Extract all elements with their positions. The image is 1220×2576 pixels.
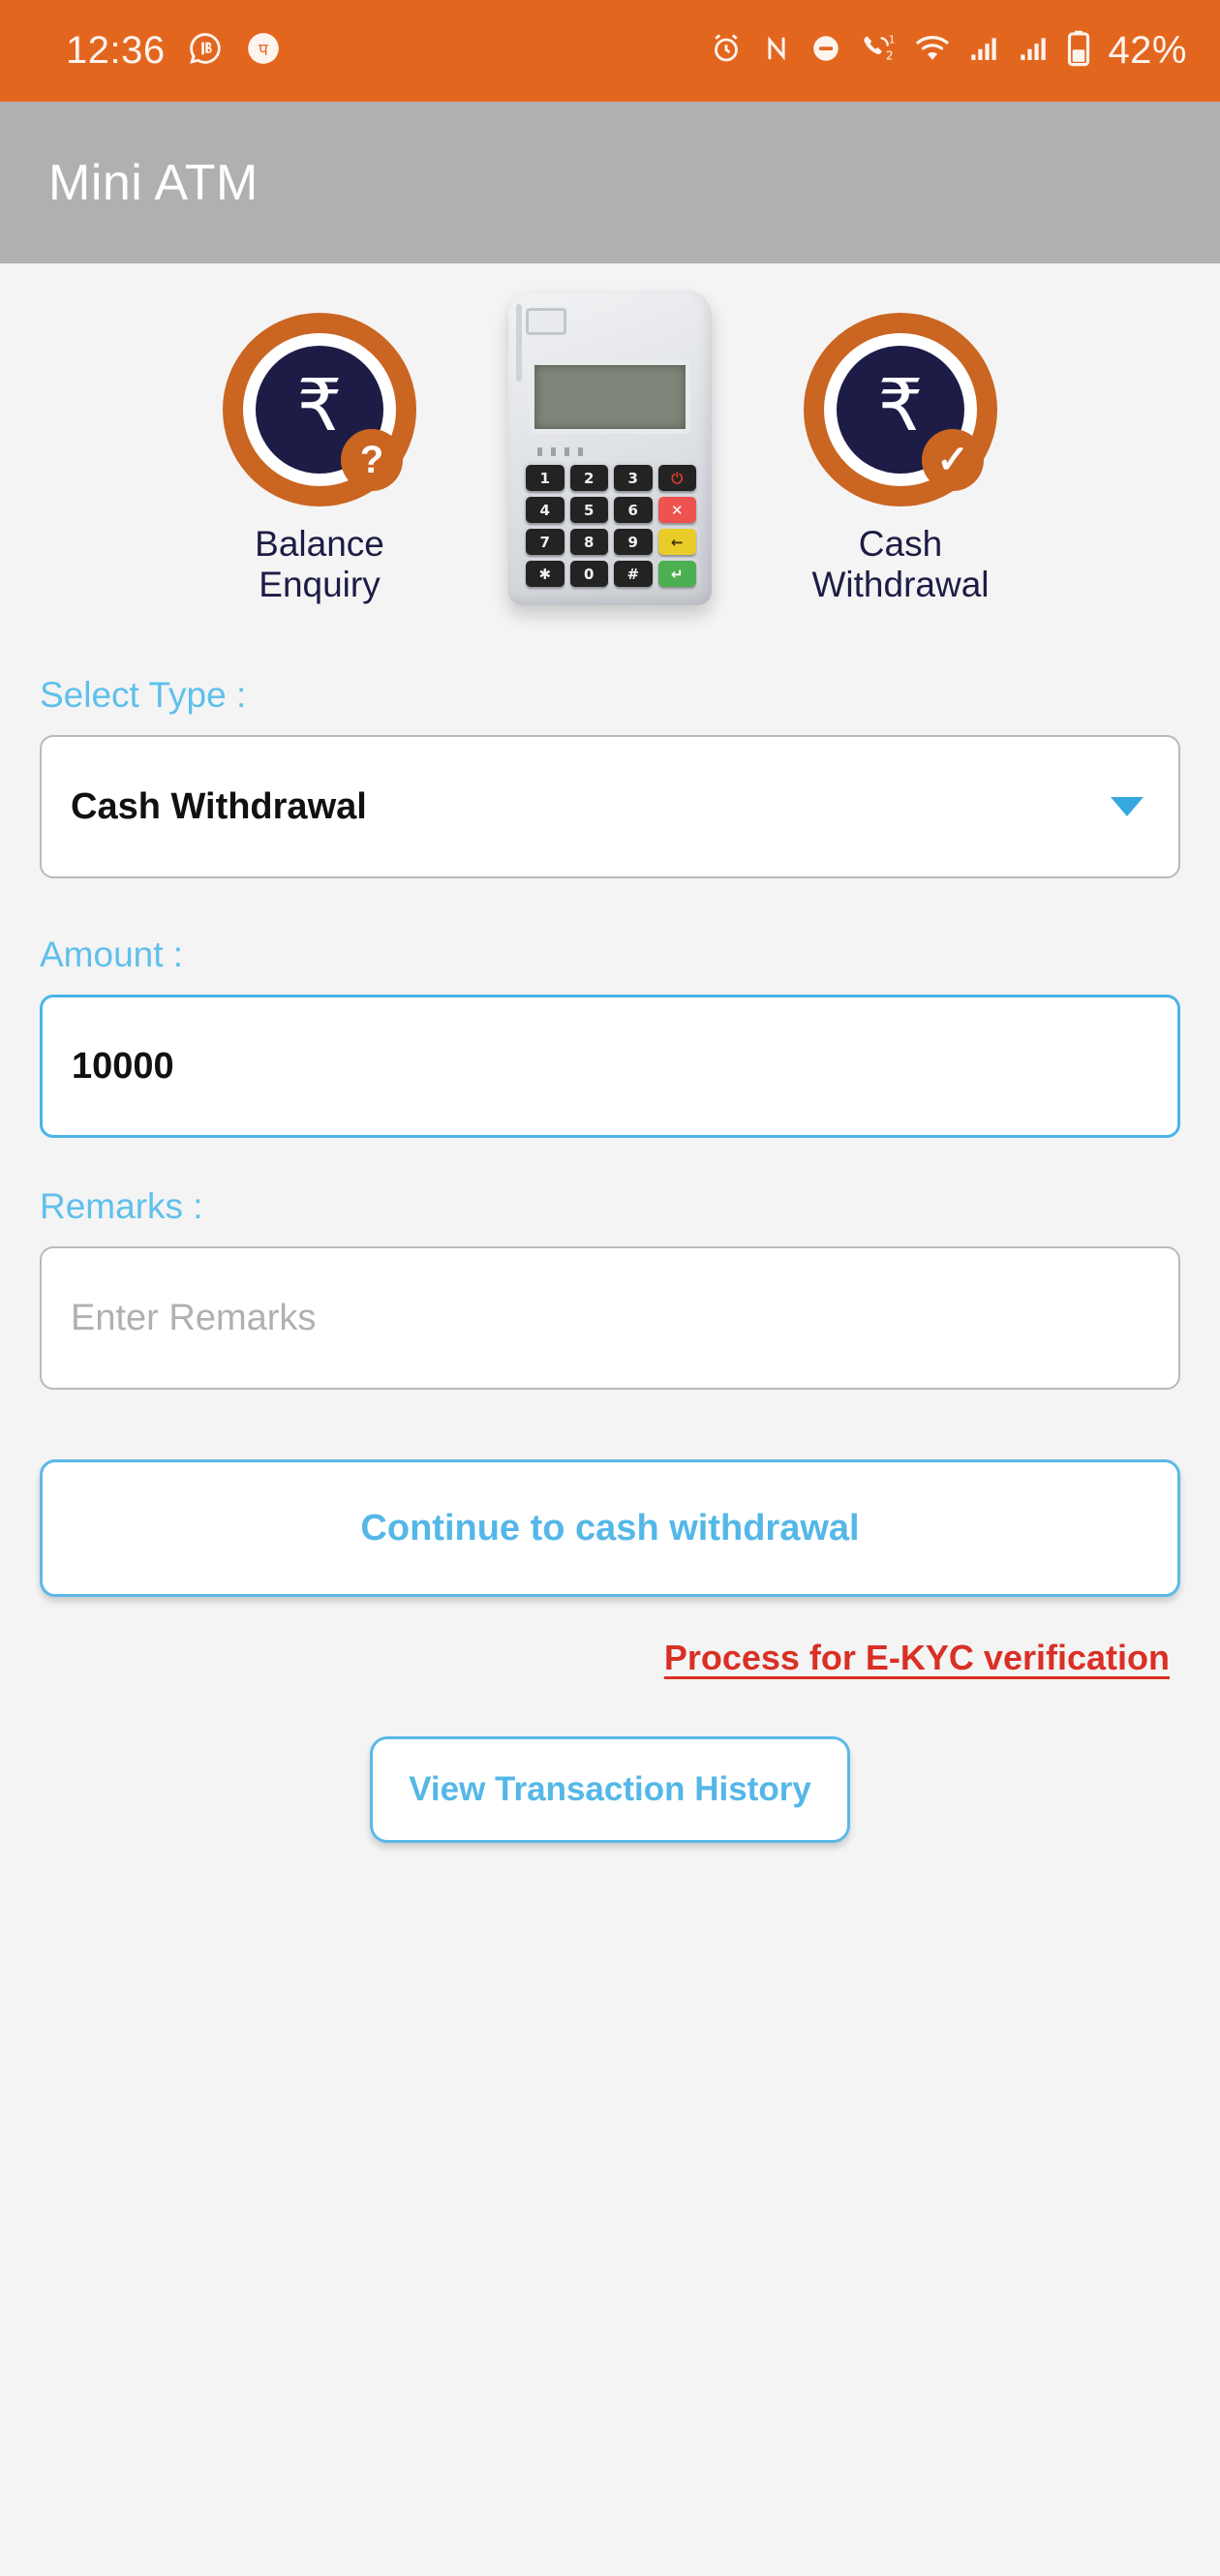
select-type-dropdown[interactable]: Cash Withdrawal [40,735,1180,878]
key-star: ✱ [526,561,564,587]
pos-terminal-image: 1 2 3 ⏻ 4 5 6 ✕ 7 8 9 ← ✱ 0 # ↵ [508,291,712,605]
continue-cash-withdrawal-button[interactable]: Continue to cash withdrawal [40,1459,1180,1597]
key-0: 0 [569,561,608,587]
svg-text:1: 1 [889,33,896,46]
key-hash: # [614,561,653,587]
pos-lcd-screen [530,360,690,434]
cash-withdrawal-label: Cash Withdrawal [779,524,1022,604]
amount-value: 10000 [72,1045,174,1087]
page-title: Mini ATM [48,154,259,211]
process-ekyc-verification-link[interactable]: Process for E-KYC verification [664,1638,1170,1678]
kyc-link-row: Process for E-KYC verification [0,1638,1170,1678]
whatsapp-business-icon [187,30,224,72]
app-bar: Mini ATM [0,102,1220,263]
balance-enquiry-icon: ₹ ? [223,313,416,507]
svg-text:प: प [259,41,269,60]
signal-sim1-icon [967,32,1000,70]
dual-sim-call-icon: 12 [859,31,898,71]
select-type-label: Select Type : [40,675,247,715]
remarks-placeholder: Enter Remarks [71,1297,317,1338]
key-6: 6 [614,497,653,523]
key-enter: ↵ [657,561,696,587]
battery-percent-label: 42% [1108,29,1187,72]
balance-enquiry-tile[interactable]: ₹ ? Balance Enquiry [198,313,441,604]
balance-enquiry-label-line1: Balance [255,524,384,565]
amount-label: Amount : [40,935,184,974]
key-3: 3 [614,465,653,491]
key-4: 4 [526,497,564,523]
key-cancel: ✕ [657,497,696,523]
balance-enquiry-label: Balance Enquiry [198,524,441,604]
phonepe-icon: प [245,30,282,72]
key-2: 2 [569,465,608,491]
select-type-value: Cash Withdrawal [71,785,367,827]
chevron-down-icon[interactable] [1111,797,1144,816]
pos-side-edge [516,304,522,382]
status-bar-right: 12 42% [709,29,1187,73]
status-bar-left: 12:36 प [66,29,282,73]
view-transaction-history-button[interactable]: View Transaction History [370,1736,850,1843]
cash-withdrawal-icon: ₹ ✓ [804,313,997,507]
question-mark-badge: ? [341,429,403,492]
cash-withdrawal-label-line2: Withdrawal [811,564,990,604]
main-content: ₹ ? Balance Enquiry 1 2 3 ⏻ 4 5 6 ✕ 7 8 … [0,263,1220,2576]
pos-indicator-leds [537,447,583,456]
alarm-icon [709,31,744,71]
status-bar: 12:36 प 12 42% [0,0,1220,102]
amount-input[interactable]: 10000 [40,995,1180,1138]
pos-card-slot [526,308,566,335]
cash-withdrawal-label-line1: Cash [858,524,943,565]
status-clock: 12:36 [66,29,166,72]
key-7: 7 [526,529,564,555]
svg-text:2: 2 [886,48,894,62]
hero-section: ₹ ? Balance Enquiry 1 2 3 ⏻ 4 5 6 ✕ 7 8 … [0,263,1220,605]
signal-sim2-icon [1017,32,1050,70]
do-not-disturb-icon [809,32,842,70]
transaction-form: Select Type : Cash Withdrawal Amount : 1… [0,675,1220,1390]
pos-keypad: 1 2 3 ⏻ 4 5 6 ✕ 7 8 9 ← ✱ 0 # ↵ [526,465,696,587]
wifi-icon [914,33,951,69]
remarks-input[interactable]: Enter Remarks [40,1246,1180,1390]
key-8: 8 [569,529,608,555]
cash-withdrawal-tile[interactable]: ₹ ✓ Cash Withdrawal [779,313,1022,604]
remarks-label: Remarks : [40,1186,203,1226]
battery-icon [1066,30,1091,72]
key-1: 1 [526,465,564,491]
key-power: ⏻ [657,465,696,491]
check-mark-badge: ✓ [922,429,984,492]
key-5: 5 [569,497,608,523]
nfc-icon [760,32,793,70]
key-9: 9 [614,529,653,555]
balance-enquiry-label-line2: Enquiry [259,564,381,604]
key-backspace: ← [657,529,696,555]
